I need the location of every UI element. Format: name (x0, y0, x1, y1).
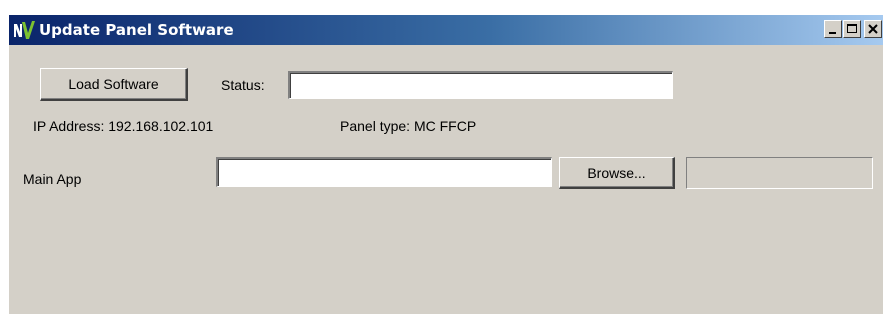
ip-address-text: IP Address: 192.168.102.101 (33, 118, 214, 134)
app-logo-icon (14, 21, 35, 39)
status-field[interactable] (288, 71, 673, 99)
panel-type-text: Panel type: MC FFCP (340, 118, 477, 134)
title-bar[interactable]: Update Panel Software (9, 15, 883, 45)
close-icon (868, 24, 878, 34)
minimize-icon (829, 32, 836, 34)
status-label: Status: (221, 77, 265, 93)
main-app-path-input[interactable] (216, 157, 552, 187)
window-title: Update Panel Software (39, 21, 234, 39)
update-panel-software-window: Update Panel Software Load Software Stat… (8, 15, 883, 314)
main-app-result-field (686, 157, 873, 189)
load-software-button[interactable]: Load Software (40, 68, 188, 101)
maximize-icon (847, 24, 857, 33)
maximize-button[interactable] (843, 20, 861, 38)
browse-button[interactable]: Browse... (559, 157, 675, 189)
minimize-button[interactable] (824, 20, 842, 38)
close-button[interactable] (864, 20, 882, 38)
main-app-label: Main App (23, 171, 82, 187)
